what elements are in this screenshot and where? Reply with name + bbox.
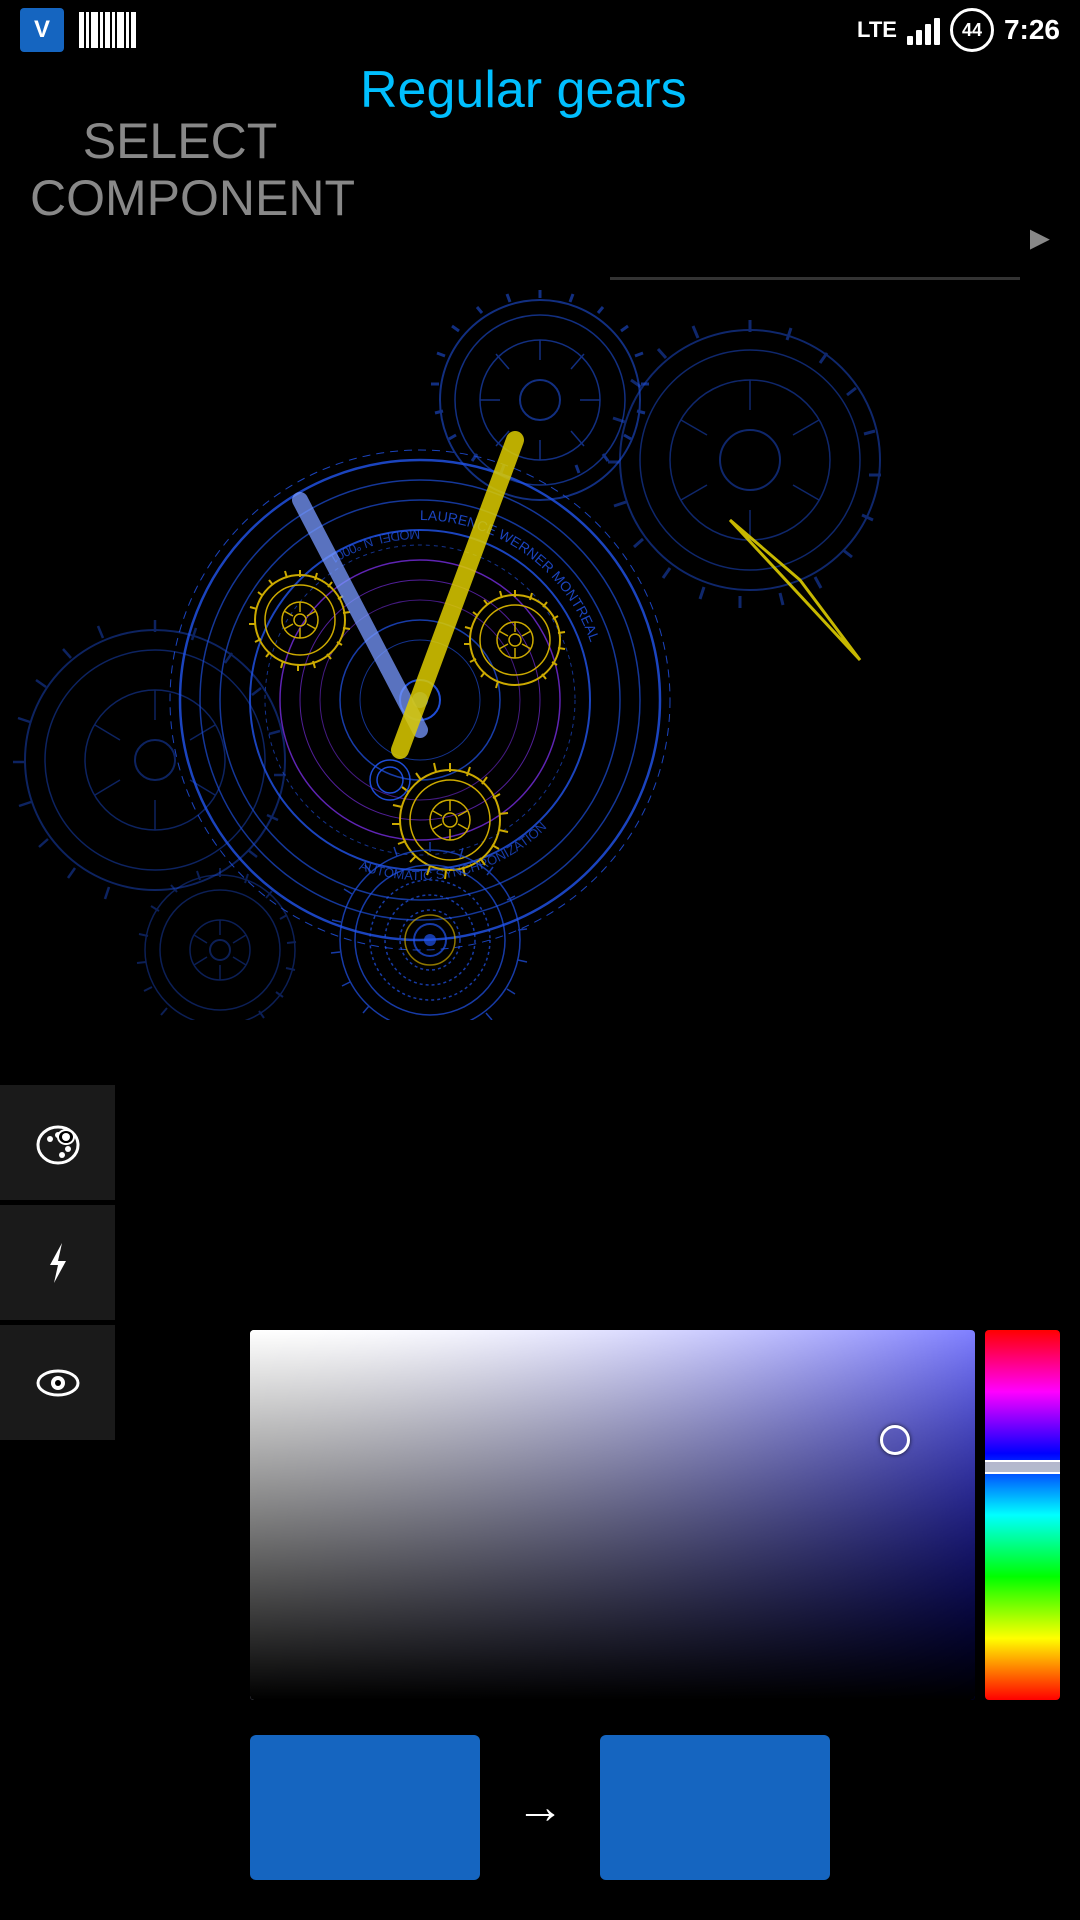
lightning-icon bbox=[32, 1237, 84, 1289]
select-component-label: SELECT COMPONENT bbox=[30, 113, 330, 228]
clock-time: 7:26 bbox=[1004, 14, 1060, 46]
app-icon: V bbox=[20, 8, 64, 52]
app-icon-label: V bbox=[34, 16, 50, 44]
app-icons-left: V bbox=[20, 8, 136, 52]
eye-tool-button[interactable] bbox=[0, 1325, 115, 1440]
lte-label: LTE bbox=[857, 17, 897, 43]
color-swatch-left[interactable] bbox=[250, 1735, 480, 1880]
clock-svg: LAURENCE WERNER MONTREAL MODEL N.°0001 A… bbox=[0, 280, 1080, 1020]
header: SELECT COMPONENT Regular gears ▸ bbox=[0, 60, 1080, 280]
palette-tool-button[interactable] bbox=[0, 1085, 115, 1200]
color-cursor[interactable] bbox=[880, 1425, 910, 1455]
palette-icon bbox=[32, 1117, 84, 1169]
bottom-bar: → bbox=[0, 1715, 1080, 1900]
battery-indicator: 44 bbox=[950, 8, 994, 52]
side-tools bbox=[0, 1085, 115, 1440]
color-gradient-box[interactable] bbox=[250, 1330, 975, 1700]
hue-handle[interactable] bbox=[985, 1460, 1060, 1474]
barcode-icon bbox=[79, 12, 136, 48]
arrow-icon: → bbox=[516, 1780, 564, 1835]
dropdown-arrow-icon: ▸ bbox=[1030, 214, 1050, 260]
color-swatch-right[interactable] bbox=[600, 1735, 830, 1880]
component-name[interactable]: Regular gears bbox=[360, 60, 1050, 260]
color-picker-area[interactable] bbox=[250, 1330, 1060, 1700]
arrow-button[interactable]: → bbox=[480, 1780, 600, 1835]
color-gradient-overlay-black bbox=[250, 1330, 975, 1700]
signal-bars bbox=[907, 15, 940, 45]
lightning-tool-button[interactable] bbox=[0, 1205, 115, 1320]
status-bar: V LTE 44 7:26 bbox=[0, 0, 1080, 60]
hue-slider[interactable] bbox=[985, 1330, 1060, 1700]
eye-icon bbox=[32, 1357, 84, 1409]
status-icons: LTE 44 7:26 bbox=[857, 8, 1060, 52]
clock-area[interactable]: LAURENCE WERNER MONTREAL MODEL N.°0001 A… bbox=[0, 280, 1080, 1020]
battery-level: 44 bbox=[962, 20, 982, 41]
